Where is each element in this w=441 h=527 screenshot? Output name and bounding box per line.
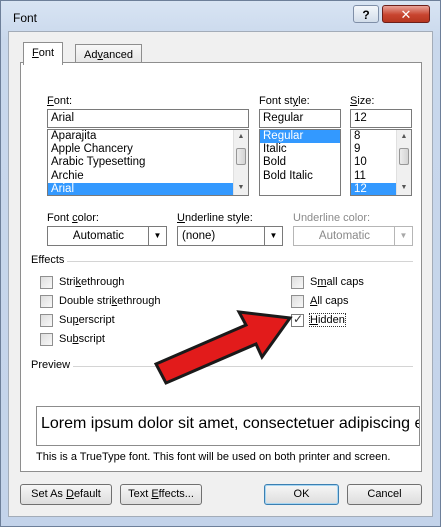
font-style-list[interactable]: Regular Italic Bold Bold Italic bbox=[259, 129, 341, 196]
subscript-label[interactable]: Subscript bbox=[59, 333, 105, 345]
preview-box: Lorem ipsum dolor sit amet, consectetuer… bbox=[36, 406, 420, 446]
double-strikethrough-checkbox[interactable] bbox=[40, 295, 53, 308]
double-strikethrough-label[interactable]: Double strikethrough bbox=[59, 295, 161, 307]
list-item[interactable]: Archie bbox=[48, 170, 248, 183]
scroll-up-icon[interactable]: ▲ bbox=[397, 130, 411, 144]
dialog-client-area: Font Advanced Font: Arial Aparajita Appl… bbox=[8, 31, 433, 517]
superscript-label[interactable]: Superscript bbox=[59, 314, 115, 326]
help-button[interactable]: ? bbox=[353, 5, 379, 23]
chevron-down-icon: ▼ bbox=[394, 227, 412, 245]
scroll-thumb[interactable] bbox=[236, 148, 246, 165]
underline-style-label: Underline style: bbox=[177, 212, 253, 224]
font-style-label: Font style: bbox=[259, 95, 310, 107]
effects-divider bbox=[67, 261, 413, 262]
close-button[interactable]: ✕ bbox=[382, 5, 430, 23]
list-item[interactable]: Bold Italic bbox=[260, 170, 340, 183]
tab-advanced[interactable]: Advanced bbox=[75, 44, 142, 64]
hidden-checkbox[interactable]: ✓ bbox=[291, 312, 304, 327]
preview-text: Lorem ipsum dolor sit amet, consectetuer… bbox=[41, 415, 420, 432]
scroll-down-icon[interactable]: ▼ bbox=[234, 181, 248, 195]
scroll-up-icon[interactable]: ▲ bbox=[234, 130, 248, 144]
list-item[interactable]: Bold bbox=[260, 156, 340, 169]
strikethrough-checkbox[interactable] bbox=[40, 276, 53, 289]
all-caps-label[interactable]: All caps bbox=[310, 295, 349, 307]
font-dialog: Font ? ✕ Font Advanced Font: Arial Apara… bbox=[0, 0, 441, 527]
list-item-selected[interactable]: Arial bbox=[48, 182, 248, 195]
chevron-down-icon[interactable]: ▼ bbox=[264, 227, 282, 245]
hidden-label[interactable]: Hidden bbox=[309, 313, 346, 327]
font-name-list[interactable]: Aparajita Apple Chancery Arabic Typesett… bbox=[47, 129, 249, 196]
text-effects-button[interactable]: Text Effects... bbox=[120, 484, 202, 505]
preview-group-title: Preview bbox=[31, 359, 71, 371]
underline-color-value: Automatic bbox=[318, 230, 371, 242]
list-item[interactable]: Apple Chancery bbox=[48, 143, 248, 156]
font-color-label: Font color: bbox=[47, 212, 99, 224]
list-item[interactable]: Italic bbox=[260, 143, 340, 156]
list-item[interactable]: Aparajita bbox=[48, 130, 248, 143]
set-as-default-button[interactable]: Set As Default bbox=[20, 484, 112, 505]
font-style-input[interactable]: Regular bbox=[259, 109, 341, 128]
cancel-button[interactable]: Cancel bbox=[347, 484, 422, 505]
strikethrough-label[interactable]: Strikethrough bbox=[59, 276, 124, 288]
small-caps-checkbox[interactable] bbox=[291, 276, 304, 289]
superscript-checkbox[interactable] bbox=[40, 314, 53, 327]
checkmark-icon: ✓ bbox=[293, 312, 304, 326]
font-list-scrollbar[interactable]: ▲ ▼ bbox=[233, 130, 248, 195]
font-color-value: Automatic bbox=[72, 230, 125, 242]
font-label: Font: bbox=[47, 95, 73, 107]
all-caps-checkbox[interactable] bbox=[291, 295, 304, 308]
tab-font[interactable]: Font bbox=[23, 42, 64, 65]
font-color-dropdown[interactable]: Automatic ▼ bbox=[47, 226, 167, 246]
underline-color-label: Underline color: bbox=[293, 212, 371, 224]
effects-group-title: Effects bbox=[31, 254, 65, 266]
subscript-checkbox[interactable] bbox=[40, 333, 53, 346]
dialog-title: Font bbox=[13, 11, 38, 25]
list-item[interactable]: Arabic Typesetting bbox=[48, 156, 248, 169]
small-caps-label[interactable]: Small caps bbox=[310, 276, 364, 288]
font-size-input[interactable]: 12 bbox=[350, 109, 412, 128]
preview-divider bbox=[73, 366, 413, 367]
underline-color-dropdown: Automatic ▼ bbox=[293, 226, 413, 246]
chevron-down-icon[interactable]: ▼ bbox=[148, 227, 166, 245]
font-name-input[interactable]: Arial bbox=[47, 109, 249, 128]
size-list-scrollbar[interactable]: ▲ ▼ bbox=[396, 130, 411, 195]
underline-style-value: (none) bbox=[182, 230, 216, 242]
font-size-list[interactable]: 8 9 10 11 12 ▲ ▼ bbox=[350, 129, 412, 196]
truetype-note: This is a TrueType font. This font will … bbox=[36, 451, 391, 463]
list-item-selected[interactable]: Regular bbox=[260, 130, 340, 144]
scroll-thumb[interactable] bbox=[399, 148, 409, 165]
size-label: Size: bbox=[350, 95, 375, 107]
underline-style-dropdown[interactable]: (none) ▼ bbox=[177, 226, 283, 246]
ok-button[interactable]: OK bbox=[264, 484, 339, 505]
scroll-down-icon[interactable]: ▼ bbox=[397, 181, 411, 195]
